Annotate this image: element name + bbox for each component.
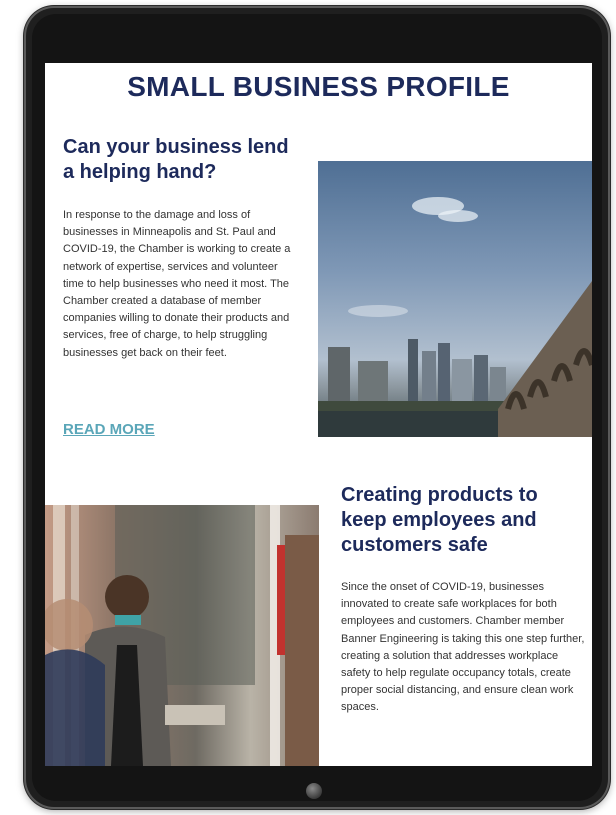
- read-more-link[interactable]: READ MORE: [63, 421, 155, 438]
- section1-body-text: In response to the damage and loss of bu…: [63, 209, 291, 359]
- section1-heading: Can your business lend a helping hand?: [63, 136, 289, 183]
- home-button[interactable]: [306, 783, 322, 799]
- tablet-screen: SMALL BUSINESS PROFILE Can your business…: [45, 63, 592, 766]
- page-title: SMALL BUSINESS PROFILE: [127, 71, 510, 102]
- section2-body-text: Since the onset of COVID-19, businesses …: [341, 581, 585, 714]
- city-skyline-photo: [318, 161, 592, 437]
- masked-worker-photo: [45, 505, 319, 766]
- section2-heading: Creating products to keep employees and …: [341, 484, 538, 556]
